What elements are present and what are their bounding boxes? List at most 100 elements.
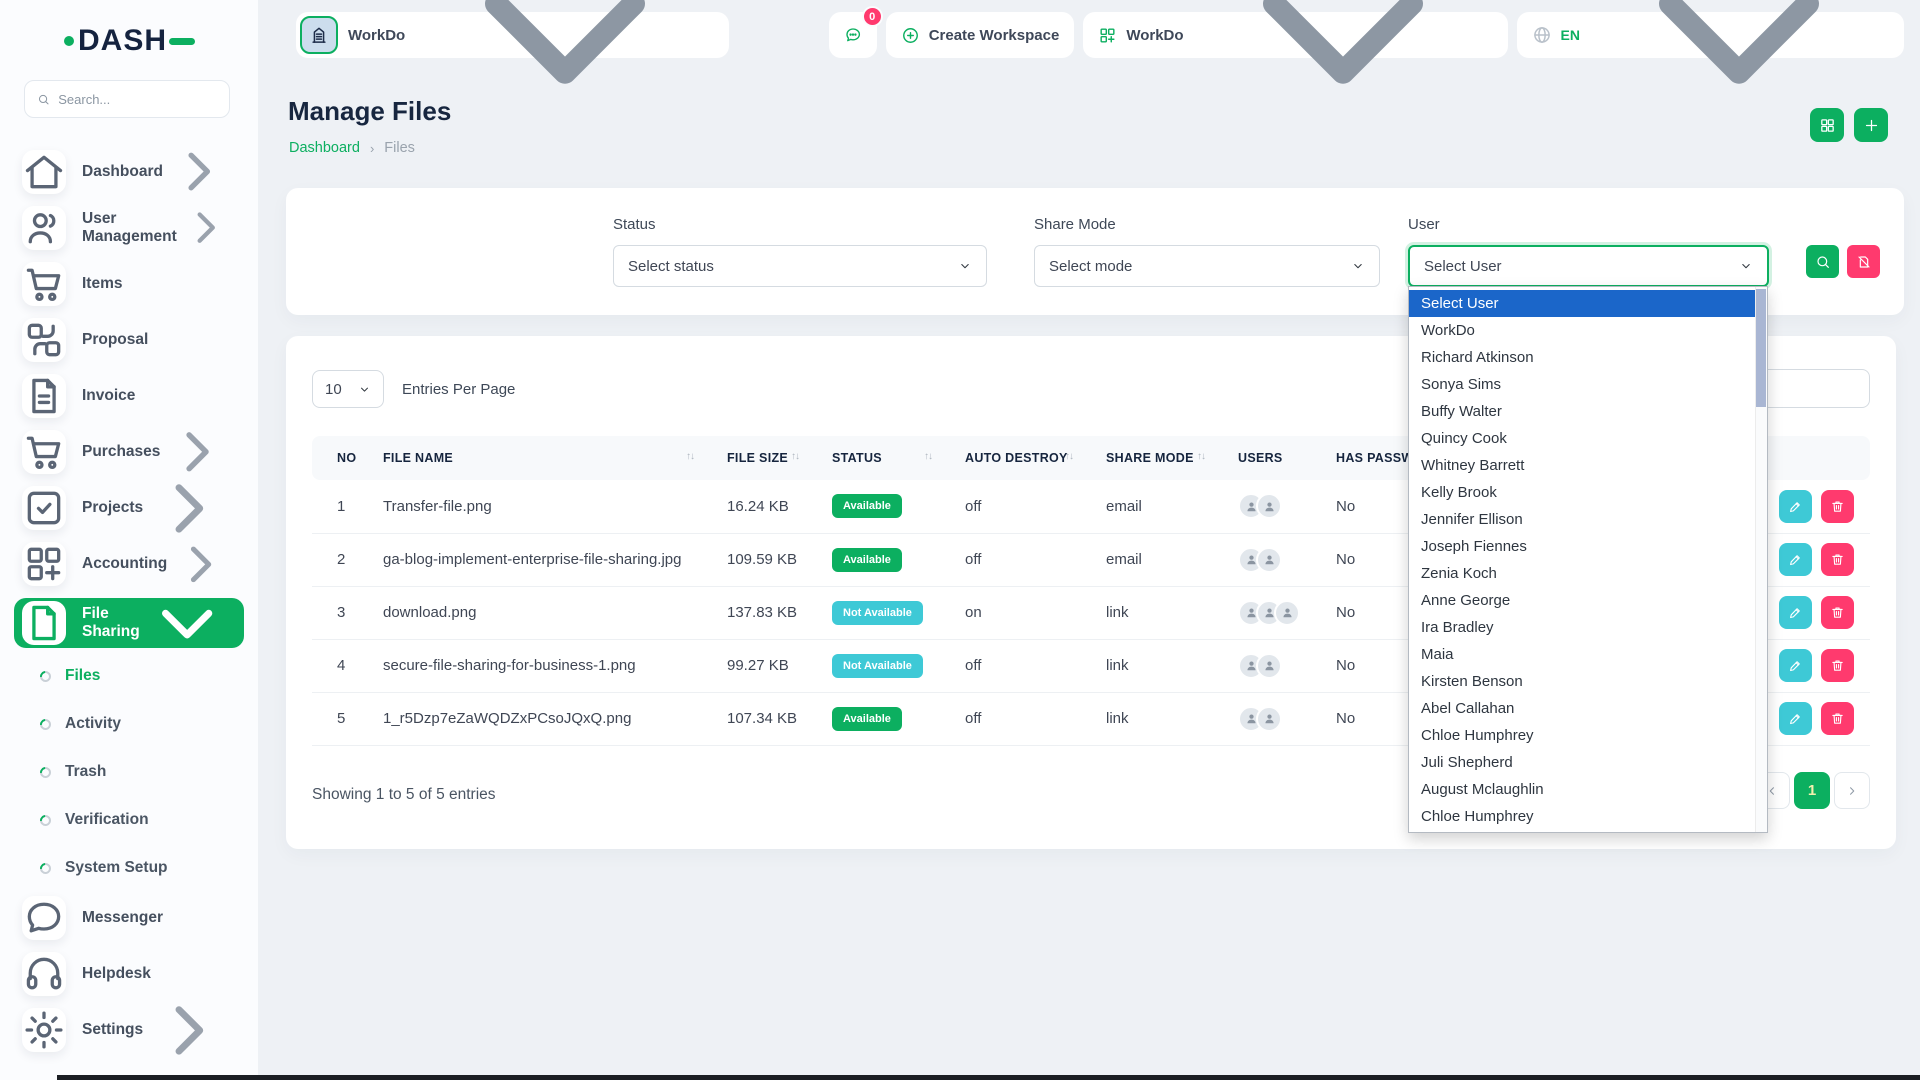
sidebar-item-user-management[interactable]: User Management [14, 206, 244, 250]
sidebar-subitem-verification[interactable]: Verification [0, 796, 258, 844]
user-dropdown-option[interactable]: Buffy Walter [1409, 398, 1767, 425]
user-dropdown-option[interactable]: Chloe Humphrey [1409, 722, 1767, 749]
dropdown-scrollbar[interactable] [1755, 287, 1767, 832]
edit-button[interactable] [1779, 543, 1812, 576]
sidebar-item-label: Messenger [82, 909, 163, 927]
reset-filter-button[interactable] [1847, 245, 1880, 278]
breadcrumb-dashboard-link[interactable]: Dashboard [289, 140, 360, 156]
sort-icon[interactable]: ↑↓ [791, 451, 799, 462]
user-dropdown-option[interactable]: Kelly Brook [1409, 479, 1767, 506]
sort-icon[interactable]: ↑↓ [1197, 451, 1205, 462]
logo-dash-icon [169, 38, 195, 45]
user-dropdown-option[interactable]: WorkDo [1409, 317, 1767, 344]
sidebar-item-label: Dashboard [82, 163, 163, 181]
chevron-right-icon [1845, 784, 1859, 798]
language-selector[interactable]: EN [1517, 12, 1904, 58]
sidebar-item-label: Projects [82, 499, 143, 517]
column-header-label: FILE NAME [383, 451, 453, 465]
proposal-icon [22, 318, 66, 362]
user-dropdown-option[interactable]: Ira Bradley [1409, 614, 1767, 641]
edit-button[interactable] [1779, 596, 1812, 629]
edit-button[interactable] [1779, 649, 1812, 682]
column-header-auto-destroy[interactable]: AUTO DESTROY↑↓ [940, 436, 1081, 480]
user-dropdown-option[interactable]: Whitney Barrett [1409, 452, 1767, 479]
sidebar-item-dashboard[interactable]: Dashboard [14, 150, 244, 194]
cell-file-name: 1_r5Dzp7eZaWQDZxPCsoJQxQ.png [358, 692, 702, 745]
delete-button[interactable] [1821, 702, 1854, 735]
column-header-status[interactable]: STATUS↑↓ [807, 436, 940, 480]
user-dropdown-option[interactable]: Jennifer Ellison [1409, 506, 1767, 533]
delete-button[interactable] [1821, 649, 1854, 682]
dropdown-scrollbar-thumb[interactable] [1756, 289, 1766, 407]
workspace-switcher[interactable]: WorkDo [1083, 12, 1507, 58]
grid-view-button[interactable] [1810, 108, 1844, 142]
user-dropdown-option[interactable]: Maia [1409, 641, 1767, 668]
user-dropdown-option[interactable]: Sonya Sims [1409, 371, 1767, 398]
sidebar-item-proposal[interactable]: Proposal [14, 318, 244, 362]
logo-dot-icon [64, 36, 74, 46]
column-header-file-name[interactable]: FILE NAME ↑↓ [358, 436, 702, 480]
delete-button[interactable] [1821, 543, 1854, 576]
chat-bubble-icon [844, 24, 862, 46]
logo[interactable]: DASH [64, 24, 195, 58]
sidebar-search-input[interactable] [58, 92, 217, 107]
user-dropdown-option[interactable]: Select User [1409, 290, 1767, 317]
create-workspace-button[interactable]: Create Workspace [886, 12, 1075, 58]
sidebar-search[interactable] [24, 80, 230, 118]
entries-per-page-select[interactable]: 10 [312, 370, 384, 408]
share-mode-select[interactable]: Select mode [1034, 245, 1380, 287]
sidebar-item-projects[interactable]: Projects [14, 486, 244, 530]
apply-filter-button[interactable] [1806, 245, 1839, 278]
status-select[interactable]: Select status [613, 245, 987, 287]
add-file-button[interactable] [1854, 108, 1888, 142]
sort-icon[interactable]: ↑↓ [686, 451, 694, 462]
edit-button[interactable] [1779, 490, 1812, 523]
pagination-page-1-button[interactable]: 1 [1794, 772, 1830, 809]
cell-status: Not Available [807, 639, 940, 692]
user-dropdown-option[interactable]: Chloe Humphrey [1409, 803, 1767, 830]
edit-button[interactable] [1779, 702, 1812, 735]
user-dropdown-option[interactable]: Quincy Cook [1409, 425, 1767, 452]
sidebar-item-items[interactable]: Items [14, 262, 244, 306]
sidebar-subitem-system-setup[interactable]: System Setup [0, 844, 258, 892]
globe-icon [1532, 25, 1552, 45]
cell-share-mode: email [1081, 480, 1213, 533]
user-dropdown-option[interactable]: Juli Shepherd [1409, 749, 1767, 776]
user-avatars [1238, 493, 1311, 519]
sidebar-item-settings[interactable]: Settings [14, 1008, 244, 1052]
cell-file-name: ga-blog-implement-enterprise-file-sharin… [358, 533, 702, 586]
sort-icon[interactable]: ↑↓ [924, 451, 932, 462]
sidebar-subitem-activity[interactable]: Activity [0, 700, 258, 748]
user-dropdown-option[interactable]: Zenia Koch [1409, 560, 1767, 587]
sidebar-subitem-trash[interactable]: Trash [0, 748, 258, 796]
bullet-icon [38, 764, 53, 779]
user-dropdown-option[interactable]: August Mclaughlin [1409, 776, 1767, 803]
workspace-pill[interactable]: WorkDo [296, 12, 729, 58]
messenger-button[interactable]: 0 [829, 12, 877, 58]
sidebar-item-label: User Management [82, 210, 177, 246]
column-header-share-mode[interactable]: SHARE MODE↑↓ [1081, 436, 1213, 480]
user-dropdown-option[interactable]: Kirsten Benson [1409, 668, 1767, 695]
home-icon [22, 150, 66, 194]
sidebar-item-invoice[interactable]: Invoice [14, 374, 244, 418]
pagination-next-button[interactable] [1834, 772, 1870, 809]
create-workspace-label: Create Workspace [929, 27, 1060, 44]
column-header-file-size[interactable]: FILE SIZE↑↓ [702, 436, 807, 480]
sidebar-item-file-sharing[interactable]: File Sharing [14, 598, 244, 648]
delete-button[interactable] [1821, 596, 1854, 629]
gear-icon [22, 1008, 66, 1052]
sort-icon[interactable]: ↑↓ [1065, 451, 1073, 462]
cell-file-size: 99.27 KB [702, 639, 807, 692]
user-dropdown-option[interactable]: Joseph Fiennes [1409, 533, 1767, 560]
bullet-icon [38, 860, 53, 875]
delete-button[interactable] [1821, 490, 1854, 523]
user-dropdown-option[interactable]: Anne George [1409, 587, 1767, 614]
user-avatars [1238, 547, 1311, 573]
cell-status: Available [807, 533, 940, 586]
user-dropdown-option[interactable]: Richard Atkinson [1409, 344, 1767, 371]
share-mode-label: Share Mode [1034, 216, 1380, 233]
bullet-icon [38, 668, 53, 683]
user-dropdown-option[interactable]: Abel Callahan [1409, 695, 1767, 722]
sidebar-item-messenger[interactable]: Messenger [14, 896, 244, 940]
user-select[interactable]: Select User [1408, 245, 1769, 287]
